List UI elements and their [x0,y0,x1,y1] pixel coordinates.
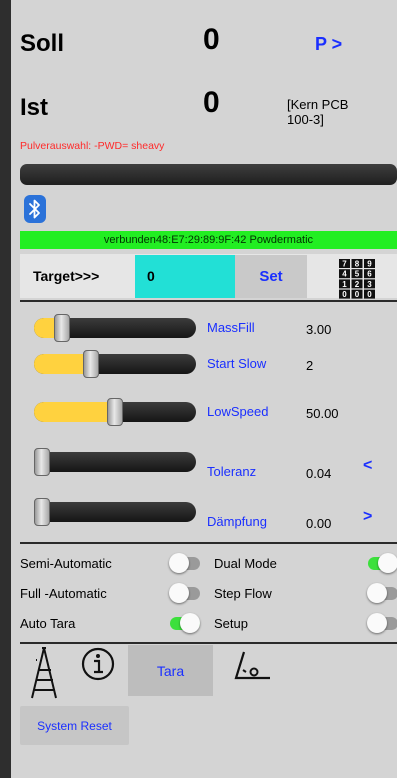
keypad-digit: 0 [367,290,372,299]
switch-knob [378,553,397,573]
slider-label: Start Slow [207,356,267,371]
slider-value: 2 [306,358,314,373]
slider-label: Toleranz [207,464,257,479]
p-button[interactable]: P > [315,34,342,55]
slider-value: 0.00 [306,516,332,531]
set-button[interactable]: Set [235,255,307,298]
soll-value: 0 [203,23,220,56]
slider-thumb[interactable] [53,314,70,342]
keypad-digit: 2 [355,280,360,289]
slider-thumb[interactable] [82,350,99,378]
slider-value: 50.00 [306,406,339,421]
ist-value: 0 [203,86,220,119]
keypad-digit: 0 [342,290,347,299]
switch-knob [169,553,189,573]
system-reset-button[interactable]: System Reset [20,706,129,745]
keypad-digit: 9 [367,260,372,269]
slider-track[interactable] [34,452,196,472]
bluetooth-icon [29,199,40,219]
keypad-grid: 7 8 94 5 61 2 30 0 0 [339,259,375,299]
slider-row: Dämpfung 0.00 [20,496,397,531]
left-edge [0,0,11,778]
slider-fill [34,402,115,422]
ist-label: Ist [20,94,49,121]
keypad-digit: 7 [342,260,347,269]
switch-knob [367,583,387,603]
switch-label: Setup [214,616,248,631]
keypad-digit: 8 [355,260,360,269]
toggle-switch[interactable] [367,583,397,605]
info-button[interactable] [80,646,116,682]
keypad-icon[interactable]: 789456123000 [336,257,378,299]
switch-label: Full -Automatic [20,586,107,601]
tara-button[interactable]: Tara [128,645,213,696]
slider-value: 3.00 [306,322,332,337]
switch-label: Dual Mode [214,556,277,571]
switch-label: Semi-Automatic [20,556,112,571]
soll-label: Soll [20,30,65,57]
prev-arrow[interactable]: < [363,457,372,475]
slider-thumb[interactable] [34,498,50,526]
slider-row: MassFill 3.00 [20,312,397,344]
slider-thumb[interactable] [107,398,123,426]
slider-label: LowSpeed [207,404,269,419]
slider-value: 0.04 [306,466,332,481]
keypad-digit: 0 [355,290,360,299]
switch-knob [180,613,200,633]
target-input[interactable]: 0 [135,255,235,298]
angle-icon [234,651,270,680]
angle-button[interactable] [232,648,272,684]
toggle-switch[interactable] [367,553,397,575]
toggle-switch[interactable] [367,613,397,635]
slider-thumb[interactable] [34,448,51,476]
divider-2 [20,542,397,544]
slider-label: Dämpfung [207,514,267,529]
bluetooth-button[interactable] [24,195,46,223]
slider-track[interactable] [34,502,196,522]
connection-status: verbunden48:E7:29:89:9F:42 Powdermatic [20,231,397,249]
keypad-digit: 4 [342,270,347,279]
keypad-digit: 6 [367,270,372,279]
scale-name: [Kern PCB 100-3] [287,97,349,127]
slider-row: Toleranz 0.04 [20,446,397,481]
ladder-icon [31,647,57,699]
switch-label: Auto Tara [20,616,76,631]
toggle-switch[interactable] [169,583,201,605]
slider-track[interactable] [34,354,196,374]
slider-panel: MassFill 3.00 Start Slow 2 LowSpeed 50.00 Tole… [20,302,397,542]
slider-row: Start Slow 2 [20,348,397,380]
ladder-button[interactable] [28,646,68,700]
divider-3 [20,642,397,644]
toggle-switch[interactable] [169,553,201,575]
toggle-switch[interactable] [169,613,201,635]
next-arrow[interactable]: > [363,508,372,526]
switch-knob [169,583,189,603]
slider-label: MassFill [207,320,255,335]
switch-panel: Semi-Automatic Dual Mode Full -Automatic St… [11,546,397,641]
keypad-digit: 1 [342,280,347,289]
keypad-digit: 5 [355,270,360,279]
target-label: Target>>> [33,268,100,284]
switch-label: Step Flow [214,586,272,601]
keypad-digit: 3 [367,280,372,289]
switch-knob [367,613,387,633]
slider-row: LowSpeed 50.00 [20,396,397,428]
info-icon [81,647,115,681]
progress-bar [20,164,397,185]
pulver-info: Pulverauswahl: -PWD= sheavy [20,140,165,152]
